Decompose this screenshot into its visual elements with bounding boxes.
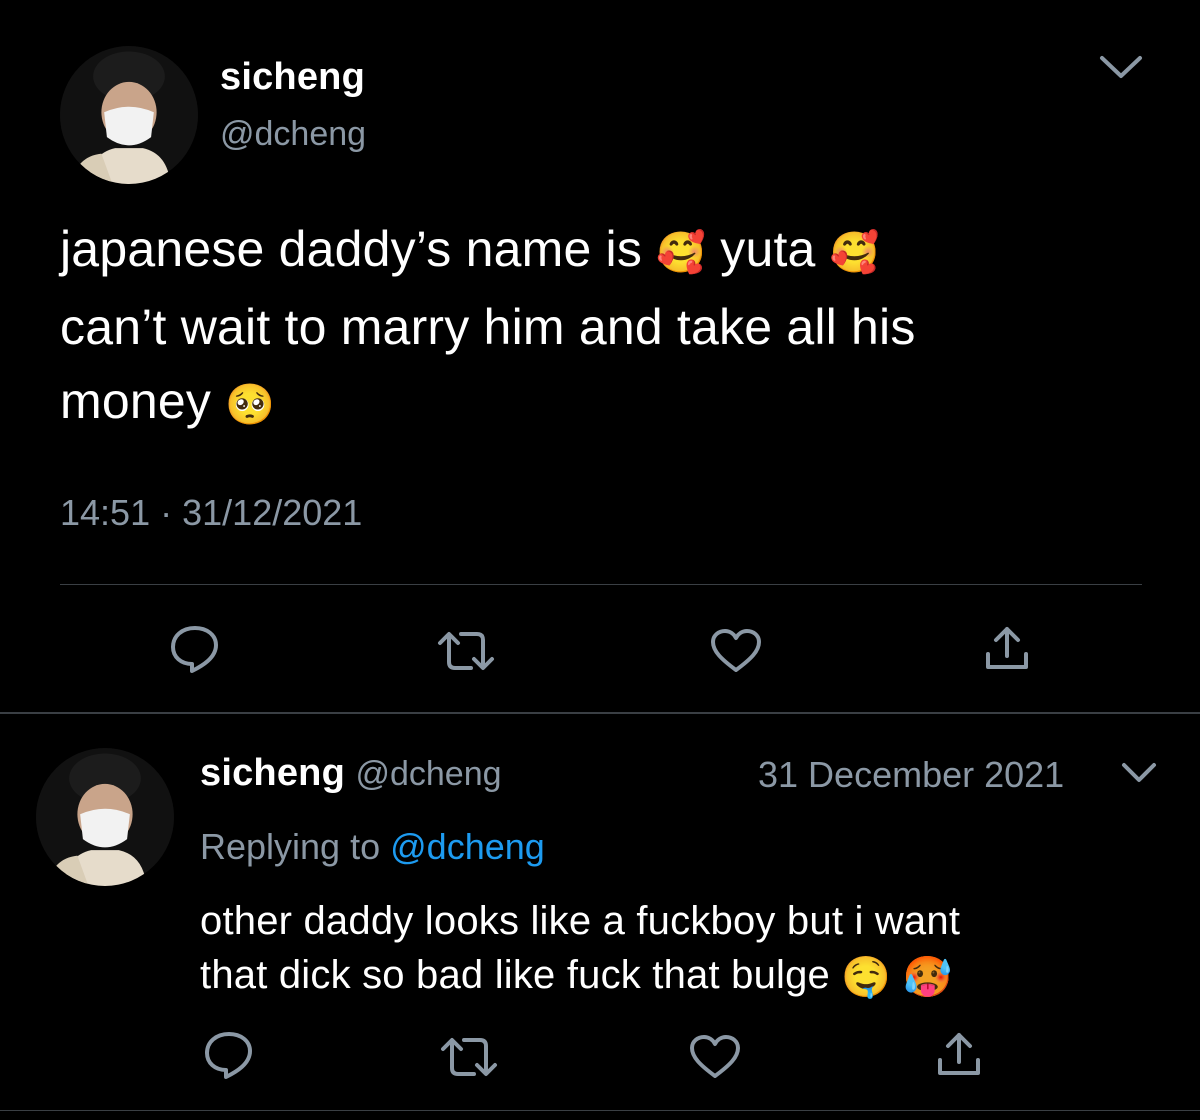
drooling-face-emoji: 🤤	[841, 955, 892, 1000]
tweet-text-segment: yuta	[720, 221, 816, 277]
section-divider	[0, 712, 1200, 714]
tweet-date: 31/12/2021	[182, 492, 363, 533]
reply-icon[interactable]	[202, 1030, 256, 1080]
replying-to-label: Replying to	[200, 826, 381, 867]
pleading-face-emoji: 🥺	[225, 382, 276, 427]
smiling-hearts-emoji: 🥰	[829, 230, 880, 275]
bottom-divider	[0, 1110, 1200, 1111]
replying-to: Replying to @dcheng	[200, 826, 545, 868]
reply-header: sicheng @dcheng	[200, 752, 502, 795]
tweet-time: 14:51	[60, 492, 151, 533]
divider	[60, 584, 1142, 585]
heart-icon[interactable]	[688, 1034, 742, 1080]
tweet-text-line: money 🥺	[60, 364, 1160, 442]
author-name[interactable]: sicheng	[220, 56, 365, 99]
reply-text: other daddy looks like a fuckboy but i w…	[200, 894, 1180, 1004]
reply-date[interactable]: 31 December 2021	[758, 754, 1064, 796]
smiling-hearts-emoji: 🥰	[656, 230, 707, 275]
retweet-icon[interactable]	[437, 628, 495, 674]
reply-text-segment: that dick so bad like fuck that bulge	[200, 953, 830, 997]
reply-author-name[interactable]: sicheng	[200, 752, 345, 794]
separator-dot: ·	[160, 492, 173, 533]
tweet-timestamp[interactable]: 14:51 · 31/12/2021	[60, 492, 362, 534]
tweet-text-line: japanese daddy’s name is 🥰 yuta 🥰	[60, 212, 1160, 290]
retweet-icon[interactable]	[440, 1034, 498, 1080]
replying-to-handle[interactable]: @dcheng	[390, 826, 545, 867]
reply-text-line: that dick so bad like fuck that bulge 🤤 …	[200, 948, 1180, 1004]
tweet-text-segment: money	[60, 372, 212, 429]
avatar[interactable]	[60, 46, 198, 184]
reply-avatar[interactable]	[36, 748, 174, 886]
share-icon[interactable]	[936, 1030, 982, 1078]
heart-icon[interactable]	[709, 628, 763, 674]
reply-icon[interactable]	[168, 624, 222, 674]
chevron-down-icon[interactable]	[1098, 52, 1144, 82]
tweet-text-segment: japanese daddy’s name is	[60, 221, 643, 277]
chevron-down-icon[interactable]	[1120, 760, 1158, 786]
tweet-text-line: can’t wait to marry him and take all his	[60, 298, 916, 355]
hot-face-emoji: 🥵	[902, 955, 953, 1000]
reply-author-handle[interactable]: @dcheng	[355, 755, 501, 793]
reply-text-line: other daddy looks like a fuckboy but i w…	[200, 899, 961, 943]
tweet-text: japanese daddy’s name is 🥰 yuta 🥰 can’t …	[60, 212, 1160, 442]
author-handle[interactable]: @dcheng	[220, 115, 366, 154]
share-icon[interactable]	[984, 624, 1030, 672]
